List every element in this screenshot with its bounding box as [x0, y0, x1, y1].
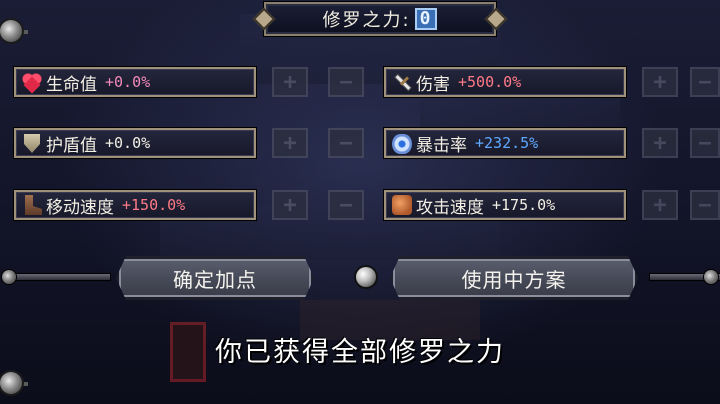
stat-health-label: 生命值 — [46, 74, 97, 95]
crit-plus-button[interactable]: + — [642, 128, 678, 158]
attack-speed-minus-button[interactable]: − — [690, 190, 720, 220]
stat-move-speed-value: +150.0% — [122, 196, 186, 214]
damage-plus-button[interactable]: + — [642, 67, 678, 97]
rail-cap-icon — [2, 270, 16, 284]
stat-damage-label: 伤害 — [416, 74, 450, 95]
shield-minus-button[interactable]: − — [328, 128, 364, 158]
sword-icon — [392, 72, 412, 92]
stat-crit-value: +232.5% — [475, 134, 539, 152]
stat-attack-speed-label: 攻击速度 — [416, 197, 484, 218]
stat-shield: 护盾值 +0.0% — [14, 128, 256, 158]
asura-power-label: 修罗之力: — [322, 10, 411, 31]
stat-damage-value: +500.0% — [458, 73, 522, 91]
in-use-preset-button[interactable]: 使用中方案 — [390, 256, 638, 300]
health-plus-button[interactable]: + — [272, 67, 308, 97]
health-minus-button[interactable]: − — [328, 67, 364, 97]
move-speed-plus-button[interactable]: + — [272, 190, 308, 220]
stat-health-value: +0.0% — [105, 73, 151, 91]
status-message: 你已获得全部修罗之力 — [215, 337, 505, 368]
asura-power-title: 修罗之力: 0 — [264, 2, 496, 36]
shield-plus-button[interactable]: + — [272, 128, 308, 158]
corner-ornament-icon — [0, 372, 22, 394]
move-speed-minus-button[interactable]: − — [328, 190, 364, 220]
rail-cap-icon — [704, 270, 718, 284]
eye-icon — [392, 134, 412, 154]
corner-ornament-icon — [0, 20, 22, 42]
attack-speed-plus-button[interactable]: + — [642, 190, 678, 220]
stat-move-speed-label: 移动速度 — [46, 197, 114, 218]
left-rail — [6, 274, 110, 280]
center-orb-icon — [356, 267, 376, 287]
stat-shield-label: 护盾值 — [46, 135, 97, 156]
stat-health: 生命值 +0.0% — [14, 67, 256, 97]
stat-attack-speed: 攻击速度 +175.0% — [384, 190, 626, 220]
heart-icon — [22, 72, 42, 92]
confirm-points-button[interactable]: 确定加点 — [116, 256, 314, 300]
stat-shield-value: +0.0% — [105, 134, 151, 152]
stat-move-speed: 移动速度 +150.0% — [14, 190, 256, 220]
stat-crit: 暴击率 +232.5% — [384, 128, 626, 158]
stat-attack-speed-value: +175.0% — [492, 196, 556, 214]
stat-damage: 伤害 +500.0% — [384, 67, 626, 97]
asura-power-count: 0 — [414, 8, 438, 30]
crit-minus-button[interactable]: − — [690, 128, 720, 158]
boot-icon — [25, 195, 42, 215]
fist-icon — [392, 195, 412, 215]
damage-minus-button[interactable]: − — [690, 67, 720, 97]
stat-crit-label: 暴击率 — [416, 135, 467, 156]
shield-icon — [24, 134, 40, 153]
